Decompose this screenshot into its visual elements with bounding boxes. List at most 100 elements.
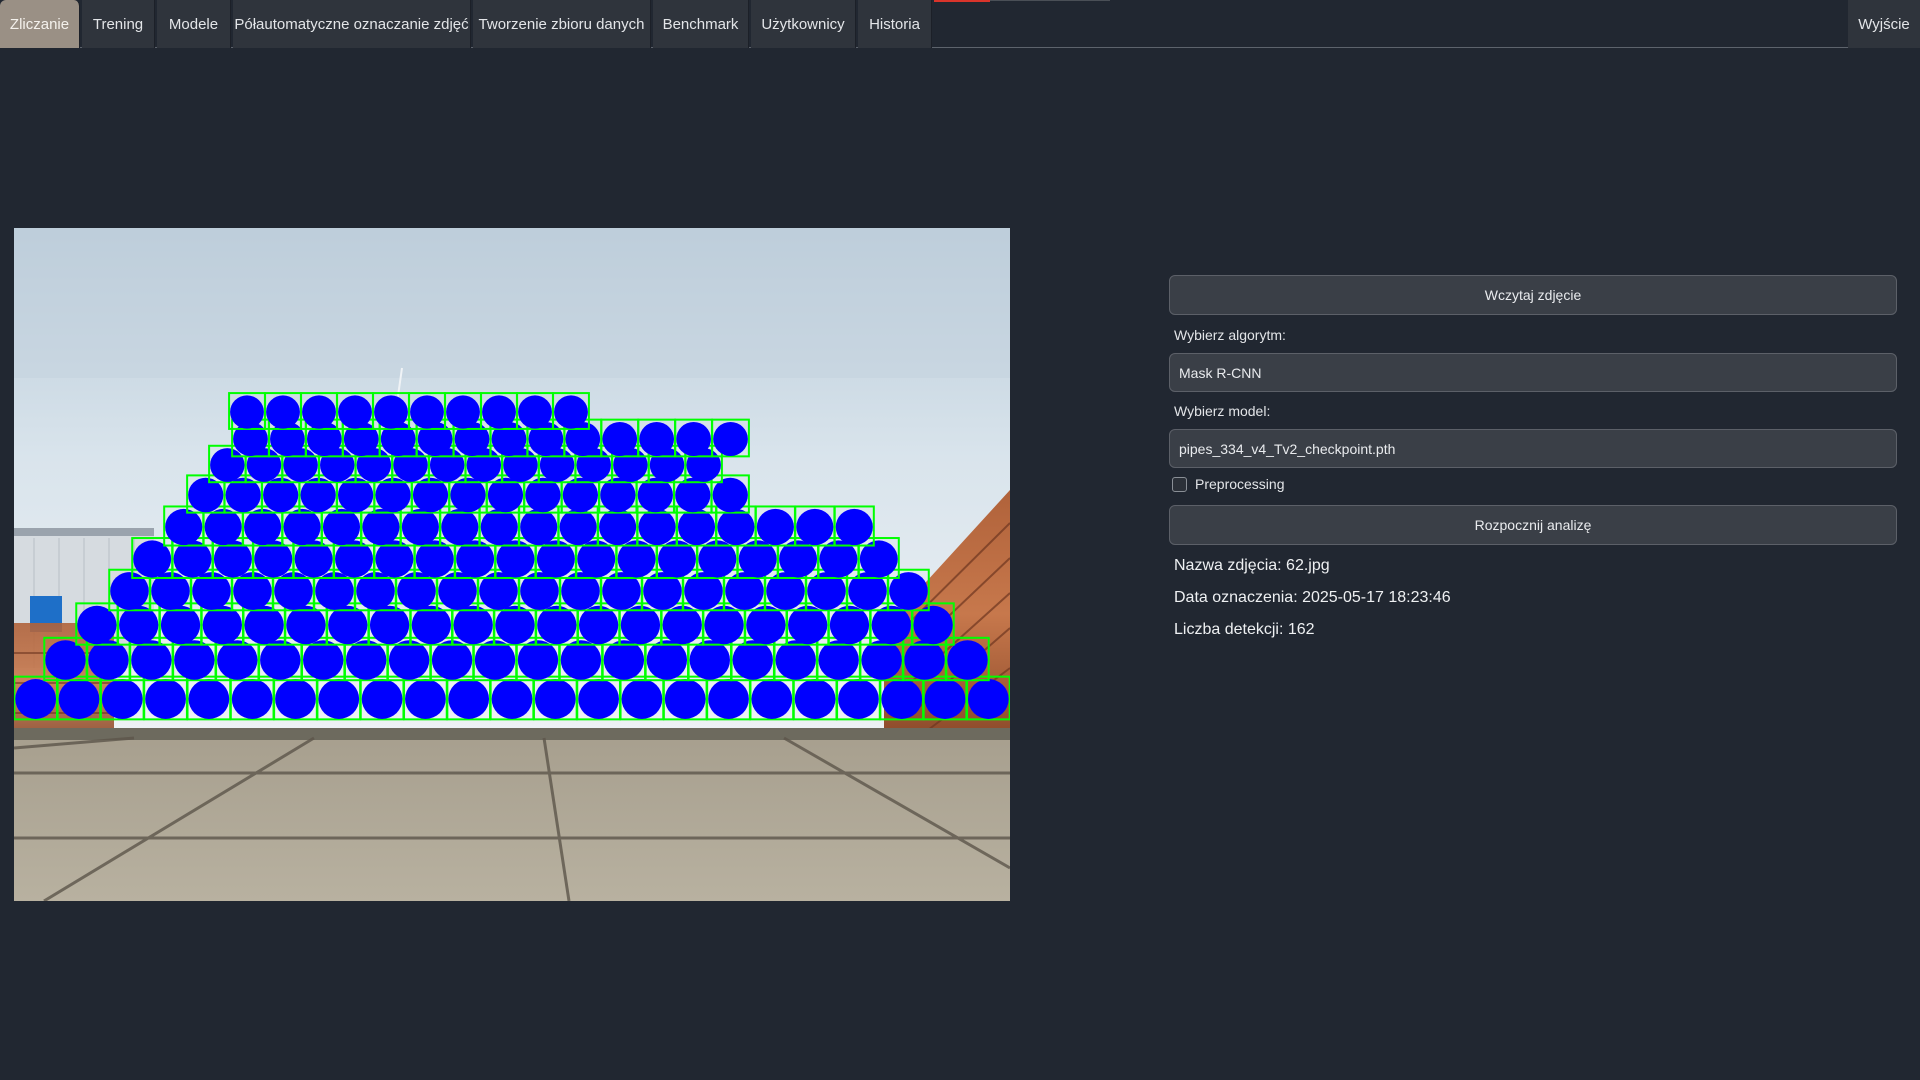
detection-mask [441,508,479,546]
detection-mask [881,679,923,719]
detection-mask [677,508,716,546]
detection-mask [559,508,597,546]
detection-mask [578,605,619,645]
detection-mask [495,605,535,645]
tab-historia[interactable]: Historia [858,0,932,48]
detection-mask [244,605,284,645]
detection-mask [328,605,368,645]
preprocessing-label: Preprocessing [1195,476,1285,492]
detection-mask [411,605,452,645]
detection-mask [751,679,793,719]
detection-mask [904,640,945,680]
detection-mask [204,508,242,546]
detection-mask [374,395,408,429]
detection-mask [967,679,1009,719]
detection-mask [620,605,661,645]
detection-mask [202,605,242,645]
detection-mask [520,508,558,546]
detection-mask [230,395,264,429]
detection-mask [835,508,873,546]
detection-mask [603,640,645,680]
tab-trening[interactable]: Trening [82,0,155,48]
detection-mask [518,395,552,429]
tab-uzytkownicy[interactable]: Użytkownicy [751,0,856,48]
model-select[interactable]: pipes_334_v4_Tv2_checkpoint.pth [1169,429,1897,468]
tab-semi-auto-labeling[interactable]: Półautomatyczne oznaczanie zdjęć [233,0,471,48]
detection-mask [318,679,360,719]
detection-mask [361,679,403,719]
detection-mask [369,605,410,645]
detection-mask [646,640,688,680]
detection-mask [913,605,953,645]
detection-mask [537,605,577,645]
detection-mask [474,640,516,680]
detection-mask [602,421,638,457]
detection-mask [260,640,301,680]
detection-mask [796,508,834,546]
start-analysis-button[interactable]: Rozpocznij analizę [1169,505,1897,545]
window-accent-line-gray [990,0,1110,1]
detection-mask [639,421,675,457]
load-image-button[interactable]: Wczytaj zdjęcie [1169,275,1897,315]
detection-mask [302,395,336,429]
detection-image [14,228,1010,901]
detection-mask [517,640,559,680]
algorithm-label: Wybierz algorytm: [1174,327,1286,343]
detection-mask [491,679,533,719]
detection-mask [713,421,748,457]
tab-zliczanie[interactable]: Zliczanie [0,0,80,48]
detection-mask [664,679,706,719]
detection-mask [554,395,588,429]
preprocessing-row[interactable]: Preprocessing [1172,476,1285,492]
detection-mask [322,508,361,546]
model-label: Wybierz model: [1174,403,1271,419]
detection-mask [145,679,186,719]
detection-mask [871,605,911,645]
detection-mask [405,679,446,719]
detection-mask [676,421,711,457]
tab-dataset-creation[interactable]: Tworzenie zbioru danych [473,0,651,48]
detection-mask [480,508,518,546]
detection-mask [283,508,321,546]
preprocessing-checkbox[interactable] [1172,476,1187,492]
image-name-info: Nazwa zdjęcia: 62.jpg [1174,557,1330,574]
detection-mask [482,395,516,429]
detection-mask [662,605,702,645]
detection-mask [45,640,86,680]
detection-mask [388,640,430,680]
tab-bar: Zliczanie Trening Modele Półautomatyczne… [0,0,1920,48]
detection-mask [818,640,859,680]
detection-mask [119,605,159,645]
algorithm-select[interactable]: Mask R-CNN [1169,353,1897,392]
detection-mask [829,605,870,645]
detection-mask [231,679,273,719]
detection-mask [275,679,316,719]
detection-mask [453,605,493,645]
detection-mask [165,508,203,546]
detection-mask [431,640,473,680]
detection-mask [534,679,576,719]
detection-mask [401,508,439,546]
detection-mask [746,605,786,645]
detection-mask [101,679,143,719]
tab-benchmark[interactable]: Benchmark [653,0,749,48]
detection-mask [217,640,258,680]
detection-mask [58,679,100,719]
detection-mask [266,395,300,429]
detection-mask [188,679,230,719]
detection-mask [599,508,637,546]
detection-mask [638,508,676,546]
label-date-info: Data oznaczenia: 2025-05-17 18:23:46 [1174,589,1451,606]
detection-mask [794,679,836,719]
tab-modele[interactable]: Modele [157,0,231,48]
window-accent-line [934,0,990,2]
detection-mask [77,605,117,645]
detection-mask [131,640,172,680]
exit-button[interactable]: Wyjście [1848,0,1920,48]
detection-mask [947,640,988,680]
detection-mask [717,508,755,546]
detection-mask [160,605,201,645]
detection-mask [448,679,490,719]
detection-mask [704,605,744,645]
detection-count-info: Liczba detekcji: 162 [1174,621,1315,638]
